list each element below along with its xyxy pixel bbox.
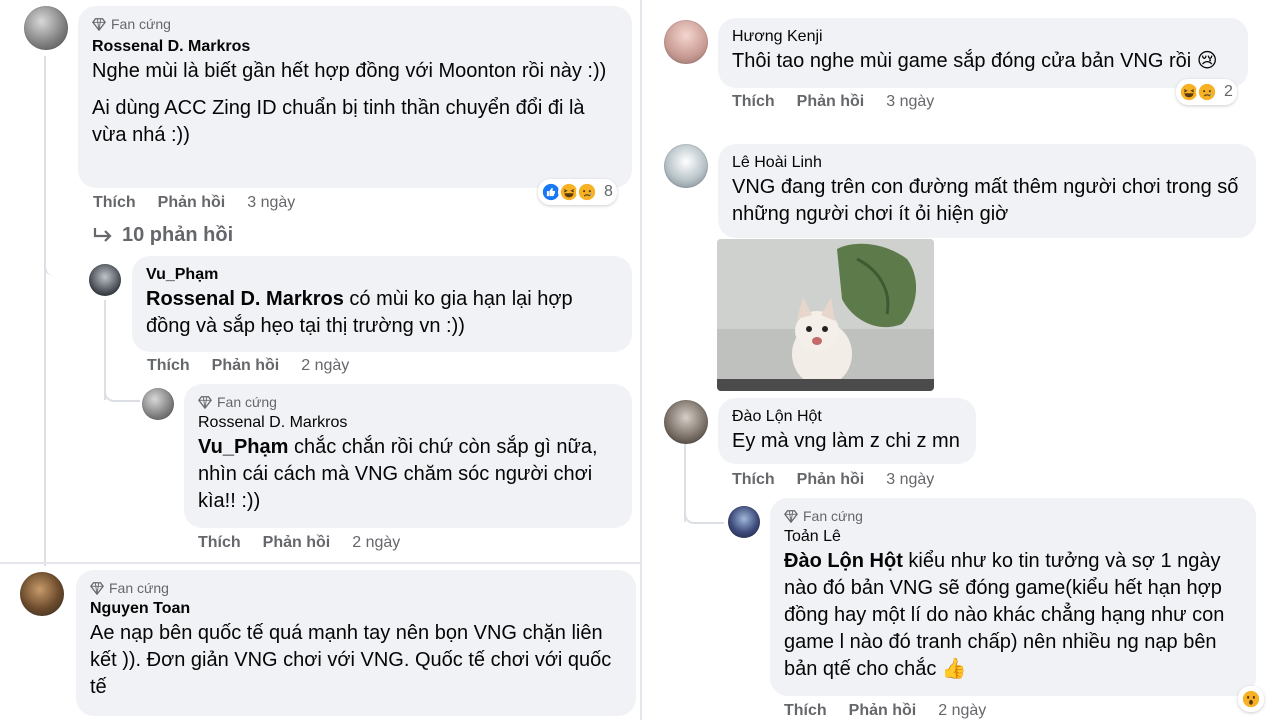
reply-arrow-icon	[93, 227, 112, 242]
sad-reaction-icon	[1196, 81, 1218, 103]
avatar[interactable]	[664, 20, 708, 64]
diamond-icon	[90, 582, 104, 595]
reply-button[interactable]: Phản hồi	[158, 194, 226, 212]
comment-author[interactable]: Rossenal D. Markros	[92, 36, 618, 58]
wow-reaction-icon	[1240, 688, 1262, 710]
comment-bubble: Fan cứng Rossenal D. Markros Nghe mùi là…	[78, 6, 632, 188]
badge-label: Fan cứng	[803, 508, 863, 524]
comment-bubble: Fan cứng Toản Lê Đào Lộn Hột kiểu như ko…	[770, 498, 1256, 696]
comment-actions: Thích Phản hồi 3 ngày	[732, 471, 934, 489]
badge-label: Fan cứng	[217, 394, 277, 410]
comment-author[interactable]: Đào Lộn Hột	[732, 406, 962, 428]
comment-text: Nghe mùi là biết gần hết hợp đồng với Mo…	[92, 58, 618, 149]
diamond-icon	[198, 396, 212, 409]
comment-bubble: Đào Lộn Hột Ey mà vng làm z chi z mn	[718, 398, 976, 464]
comment-timestamp[interactable]: 3 ngày	[247, 194, 295, 212]
reaction-count: 2	[1224, 83, 1233, 100]
comment-timestamp[interactable]: 3 ngày	[886, 93, 934, 111]
comment-text: VNG đang trên con đường mất thêm người c…	[732, 176, 1239, 225]
mention-link[interactable]: Đào Lộn Hột	[784, 550, 903, 572]
comment-actions: Thích Phản hồi 3 ngày	[732, 93, 934, 111]
comment-author[interactable]: Nguyen Toan	[90, 598, 622, 620]
like-button[interactable]: Thích	[784, 702, 827, 720]
reply-button[interactable]: Phản hồi	[263, 534, 331, 552]
comment-bubble: Hương Kenji Thôi tao nghe mùi game sắp đ…	[718, 18, 1248, 88]
like-button[interactable]: Thích	[732, 471, 775, 489]
reply-button[interactable]: Phản hồi	[797, 471, 865, 489]
comment-timestamp[interactable]: 2 ngày	[301, 357, 349, 375]
fan-badge: Fan cứng	[784, 506, 1242, 526]
section-divider	[0, 562, 640, 564]
comment-text: Rossenal D. Markros có mùi ko gia hạn lạ…	[146, 286, 618, 340]
comment-paragraph: Nghe mùi là biết gần hết hợp đồng với Mo…	[92, 60, 607, 82]
like-button[interactable]: Thích	[93, 194, 136, 212]
comment-actions: Thích Phản hồi 3 ngày	[93, 194, 295, 212]
more-replies-label: 10 phản hồi	[122, 224, 234, 246]
fan-badge: Fan cứng	[90, 578, 622, 598]
fan-badge: Fan cứng	[198, 392, 618, 412]
avatar[interactable]	[664, 144, 708, 188]
comment-author[interactable]: Hương Kenji	[732, 26, 1234, 48]
comment-text: Ey mà vng làm z chi z mn	[732, 430, 960, 452]
mention-link[interactable]: Vu_Phạm	[198, 436, 288, 458]
cat-photo[interactable]	[717, 239, 934, 391]
like-button[interactable]: Thích	[732, 93, 775, 111]
reply-button[interactable]: Phản hồi	[849, 702, 917, 720]
avatar[interactable]	[89, 264, 121, 296]
badge-label: Fan cứng	[109, 580, 169, 596]
comment-text: Ae nạp bên quốc tế quá mạnh tay nên bọn …	[90, 622, 612, 698]
comment-author[interactable]: Rossenal D. Markros	[198, 412, 618, 434]
mention-link[interactable]: Rossenal D. Markros	[146, 288, 344, 310]
reaction-summary[interactable]	[1238, 686, 1264, 712]
comment-timestamp[interactable]: 3 ngày	[886, 471, 934, 489]
left-comment-panel: Fan cứng Rossenal D. Markros Nghe mùi là…	[0, 0, 640, 720]
comment-actions: Thích Phản hồi 2 ngày	[198, 534, 400, 552]
comment-bubble: Lê Hoài Linh VNG đang trên con đường mất…	[718, 144, 1256, 238]
like-button[interactable]: Thích	[198, 534, 241, 552]
sad-reaction-icon	[576, 181, 598, 203]
reaction-count: 8	[604, 183, 613, 200]
cat-image	[717, 239, 934, 391]
diamond-icon	[784, 510, 798, 523]
comment-bubble: Fan cứng Nguyen Toan Ae nạp bên quốc tế …	[76, 570, 636, 716]
avatar[interactable]	[20, 572, 64, 616]
thread-connector	[44, 236, 86, 276]
badge-label: Fan cứng	[111, 16, 171, 32]
comment-author[interactable]: Toản Lê	[784, 526, 1242, 548]
comment-timestamp[interactable]: 2 ngày	[938, 702, 986, 720]
comment-bubble: Vu_Phạm Rossenal D. Markros có mùi ko gi…	[132, 256, 632, 352]
comment-actions: Thích Phản hồi 2 ngày	[784, 702, 986, 720]
comment-author[interactable]: Lê Hoài Linh	[732, 152, 1242, 174]
reply-button[interactable]: Phản hồi	[797, 93, 865, 111]
comment-text: Đào Lộn Hột kiểu như ko tin tưởng và sợ …	[784, 548, 1242, 683]
comment-paragraph: Ai dùng ACC Zing ID chuẩn bị tinh thần c…	[92, 97, 585, 146]
comment-text: Thôi tao nghe mùi game sắp đóng cửa bản …	[732, 50, 1218, 72]
reaction-summary[interactable]: 8	[538, 179, 617, 205]
avatar[interactable]	[664, 400, 708, 444]
comment-author[interactable]: Vu_Phạm	[146, 264, 618, 286]
thread-connector	[104, 360, 140, 402]
comment-timestamp[interactable]: 2 ngày	[352, 534, 400, 552]
thread-line	[44, 56, 46, 236]
fan-badge: Fan cứng	[92, 14, 618, 34]
right-comment-panel: Hương Kenji Thôi tao nghe mùi game sắp đ…	[642, 0, 1280, 720]
view-more-replies-button[interactable]: 10 phản hồi	[92, 224, 233, 247]
avatar[interactable]	[728, 506, 760, 538]
avatar[interactable]	[142, 388, 174, 420]
comment-actions: Thích Phản hồi 2 ngày	[147, 357, 349, 375]
thread-line	[44, 236, 46, 566]
diamond-icon	[92, 18, 106, 31]
reply-button[interactable]: Phản hồi	[212, 357, 280, 375]
like-button[interactable]: Thích	[147, 357, 190, 375]
thread-connector	[684, 482, 724, 524]
reaction-summary[interactable]: 2	[1176, 79, 1237, 105]
avatar[interactable]	[24, 6, 68, 50]
comment-bubble: Fan cứng Rossenal D. Markros Vu_Phạm chắ…	[184, 384, 632, 528]
comment-text: Vu_Phạm chắc chắn rồi chứ còn sắp gì nữa…	[198, 434, 618, 515]
